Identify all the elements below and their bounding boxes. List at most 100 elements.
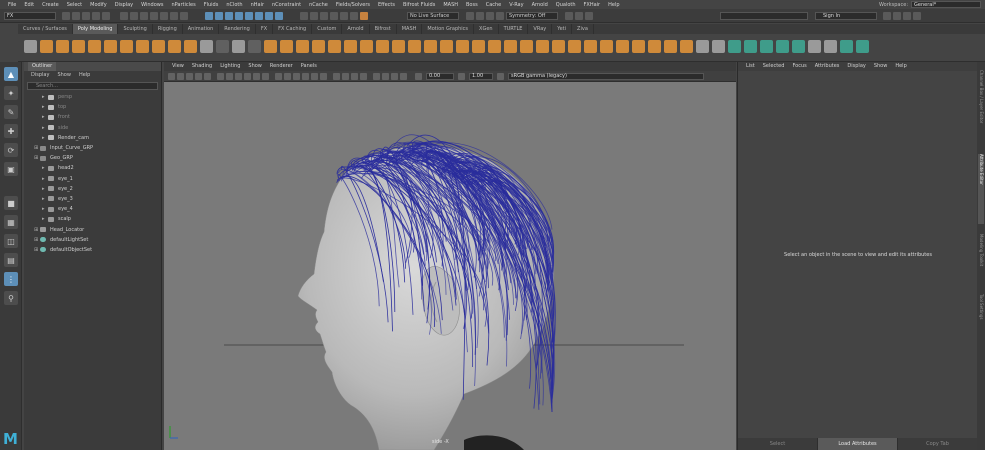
viewport-menu-show[interactable]: Show bbox=[244, 62, 266, 71]
xray-icon[interactable] bbox=[476, 12, 484, 20]
menu-item-qualoth[interactable]: Qualoth bbox=[552, 2, 580, 8]
viewport-menu-panels[interactable]: Panels bbox=[297, 62, 321, 71]
expand-toggle-icon[interactable]: ▸ bbox=[42, 133, 46, 143]
menu-item-windows[interactable]: Windows bbox=[137, 2, 167, 8]
outliner-item[interactable]: ⊞ Head_Locator bbox=[24, 224, 161, 234]
svg-icon[interactable] bbox=[184, 40, 197, 53]
menu-item-bifrost-fluids[interactable]: Bifrost Fluids bbox=[399, 2, 439, 8]
poke-icon[interactable] bbox=[472, 40, 485, 53]
bevel-icon[interactable] bbox=[296, 40, 309, 53]
menu-item-nparticles[interactable]: nParticles bbox=[167, 2, 199, 8]
viewport-menu-lighting[interactable]: Lighting bbox=[216, 62, 244, 71]
shelf-tab-turtle[interactable]: TURTLE bbox=[499, 24, 529, 34]
ambient-occlusion-icon[interactable] bbox=[333, 73, 340, 80]
menu-item-create[interactable]: Create bbox=[38, 2, 63, 8]
expand-toggle-icon[interactable]: ⊞ bbox=[34, 153, 38, 163]
camera-attributes-icon[interactable] bbox=[466, 12, 474, 20]
shelf-tab-motion-graphics[interactable]: Motion Graphics bbox=[422, 24, 475, 34]
fill-hole-icon[interactable] bbox=[328, 40, 341, 53]
smooth-shade-icon[interactable] bbox=[284, 73, 291, 80]
cylindrical-map-icon[interactable] bbox=[760, 40, 773, 53]
expand-toggle-icon[interactable]: ▸ bbox=[42, 214, 46, 224]
snap-edge-icon[interactable] bbox=[265, 12, 273, 20]
outliner-menu-help[interactable]: Help bbox=[75, 71, 94, 80]
append-polygon-icon[interactable] bbox=[312, 40, 325, 53]
menu-item-mash[interactable]: MASH bbox=[439, 2, 462, 8]
menu-item-help[interactable]: Help bbox=[604, 2, 623, 8]
outliner-menu-display[interactable]: Display bbox=[27, 71, 53, 80]
menu-item-display[interactable]: Display bbox=[111, 2, 137, 8]
depth-of-field-icon[interactable] bbox=[360, 73, 367, 80]
gamma-icon[interactable] bbox=[458, 73, 465, 80]
snap-curve-icon[interactable] bbox=[215, 12, 223, 20]
command-search-field[interactable] bbox=[720, 12, 808, 20]
open-scene-icon[interactable] bbox=[72, 12, 80, 20]
viewport-menu-shading[interactable]: Shading bbox=[188, 62, 216, 71]
outliner-item[interactable]: ▸ top bbox=[24, 102, 161, 112]
anti-aliasing-icon[interactable] bbox=[351, 73, 358, 80]
shelf-tab-vray[interactable]: VRay bbox=[528, 24, 553, 34]
offset-edge-loop-icon[interactable] bbox=[424, 40, 437, 53]
menu-item-modify[interactable]: Modify bbox=[86, 2, 111, 8]
attribute-editor-toggle-icon[interactable] bbox=[575, 12, 583, 20]
attribute-menu-display[interactable]: Display bbox=[843, 62, 869, 71]
mirror-icon[interactable] bbox=[504, 40, 517, 53]
paint-select-tool-icon[interactable]: ✎ bbox=[4, 105, 18, 119]
expand-toggle-icon[interactable]: ⊞ bbox=[34, 225, 38, 235]
bookmarks-icon[interactable] bbox=[195, 73, 202, 80]
menu-item-nhair[interactable]: nHair bbox=[247, 2, 268, 8]
expand-toggle-icon[interactable]: ▸ bbox=[42, 102, 46, 112]
menu-set-dropdown[interactable]: FX bbox=[4, 12, 56, 20]
wireframe-icon[interactable] bbox=[275, 73, 282, 80]
use-all-lights-icon[interactable] bbox=[311, 73, 318, 80]
menu-item-cache[interactable]: Cache bbox=[482, 2, 506, 8]
poly-cone-icon[interactable] bbox=[88, 40, 101, 53]
select-button[interactable]: Select bbox=[738, 438, 818, 450]
automatic-map-icon[interactable] bbox=[792, 40, 805, 53]
collapse-icon[interactable] bbox=[648, 40, 661, 53]
shelf-tab-custom[interactable]: Custom bbox=[312, 24, 343, 34]
image-plane-icon[interactable] bbox=[204, 73, 211, 80]
side-tab-channel-box-layer-editor[interactable]: Channel Box / Layer Editor bbox=[978, 70, 984, 150]
snap-view-plane-icon[interactable] bbox=[235, 12, 243, 20]
outliner-item[interactable]: ▸ eye_3 bbox=[24, 194, 161, 204]
wedge-icon[interactable] bbox=[488, 40, 501, 53]
motion-blur-icon[interactable] bbox=[342, 73, 349, 80]
viewport-menu-view[interactable]: View bbox=[168, 62, 188, 71]
live-surface-field[interactable]: No Live Surface bbox=[407, 12, 459, 20]
isolate-icon[interactable] bbox=[486, 12, 494, 20]
harden-edge-icon[interactable] bbox=[712, 40, 725, 53]
uv-editor-icon[interactable] bbox=[728, 40, 741, 53]
side-by-side-layout-icon[interactable]: ◫ bbox=[4, 234, 18, 248]
cut-uv-icon[interactable] bbox=[808, 40, 821, 53]
multi-cut-icon[interactable] bbox=[344, 40, 357, 53]
four-view-layout-icon[interactable]: ▦ bbox=[4, 215, 18, 229]
search-icon[interactable]: ⚲ bbox=[4, 291, 18, 305]
outliner-item[interactable]: ⊞ Input_Curve_GRP bbox=[24, 143, 161, 153]
extract-icon[interactable] bbox=[440, 40, 453, 53]
snap-point-icon[interactable] bbox=[225, 12, 233, 20]
shelf-tab-fx[interactable]: FX bbox=[256, 24, 274, 34]
menu-item-v-ray[interactable]: V-Ray bbox=[505, 2, 527, 8]
undo-icon[interactable] bbox=[92, 12, 100, 20]
menu-item-effects[interactable]: Effects bbox=[374, 2, 399, 8]
unfold-uv-icon[interactable] bbox=[840, 40, 853, 53]
poly-torus-icon[interactable] bbox=[104, 40, 117, 53]
expand-toggle-icon[interactable]: ▸ bbox=[42, 174, 46, 184]
render-frame-icon[interactable] bbox=[320, 12, 328, 20]
menu-item-fluids[interactable]: Fluids bbox=[200, 2, 223, 8]
sew-uv-icon[interactable] bbox=[824, 40, 837, 53]
channel-box-toggle-icon[interactable] bbox=[883, 12, 891, 20]
select-component-icon[interactable] bbox=[140, 12, 148, 20]
view-transform-dropdown[interactable]: sRGB gamma (legacy) bbox=[508, 73, 704, 80]
select-camera-icon[interactable] bbox=[168, 73, 175, 80]
menu-item-ncloth[interactable]: nCloth bbox=[222, 2, 246, 8]
exposure-field[interactable]: 0.00 bbox=[426, 73, 454, 80]
menu-item-select[interactable]: Select bbox=[63, 2, 86, 8]
target-weld-icon[interactable] bbox=[360, 40, 373, 53]
shelf-tab-yeti[interactable]: Yeti bbox=[552, 24, 573, 34]
combine-icon[interactable] bbox=[200, 40, 213, 53]
shelf-tab-rendering[interactable]: Rendering bbox=[219, 24, 256, 34]
expand-toggle-icon[interactable]: ▸ bbox=[42, 92, 46, 102]
outliner-item[interactable]: ⊞ defaultObjectSet bbox=[24, 245, 161, 255]
